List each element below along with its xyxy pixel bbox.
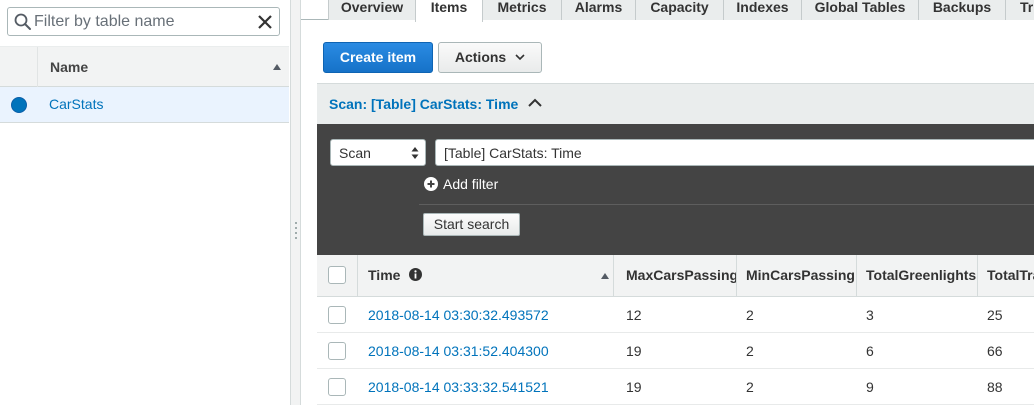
plus-circle-icon — [424, 177, 438, 191]
sort-ascending-icon[interactable] — [273, 64, 281, 70]
dynamodb-console: Name CarStats Overview Items Metrics Ala… — [0, 0, 1034, 405]
tab-overview[interactable]: Overview — [328, 0, 416, 20]
totaltra-cell: 88 — [987, 379, 1003, 395]
scan-panel: Scan [Table] CarStats: Time Add filter S… — [317, 124, 1034, 255]
add-filter-button[interactable]: Add filter — [424, 176, 498, 194]
scan-panel-header[interactable]: Scan: [Table] CarStats: Time — [317, 83, 1034, 124]
tables-list-header: Name — [0, 46, 289, 87]
row-checkbox[interactable] — [328, 342, 346, 360]
tab-bar: Overview Items Metrics Alarms Capacity I… — [301, 0, 1034, 22]
time-link[interactable]: 2018-08-14 03:33:32.541521 — [368, 379, 549, 395]
mincarspassing-cell: 2 — [746, 307, 754, 323]
scan-target-select[interactable]: [Table] CarStats: Time — [435, 139, 1034, 166]
sort-ascending-icon — [601, 273, 609, 279]
tab-indexes[interactable]: Indexes — [723, 0, 802, 20]
column-header-totalgreenlights[interactable]: TotalGreenlights — [857, 255, 978, 296]
mincarspassing-cell: 2 — [746, 343, 754, 359]
scan-title[interactable]: Scan: [Table] CarStats: Time — [329, 96, 518, 112]
totalgreenlights-cell: 9 — [866, 379, 874, 395]
info-icon[interactable] — [409, 268, 423, 281]
totalgreenlights-cell: 6 — [866, 343, 874, 359]
table-row[interactable]: 2018-08-14 03:31:52.404300 19 2 6 66 — [317, 333, 1034, 369]
create-item-button[interactable]: Create item — [323, 42, 433, 73]
totalgreenlights-cell: 3 — [866, 307, 874, 323]
maxcarspassing-cell: 19 — [626, 343, 642, 359]
actions-button[interactable]: Actions — [438, 42, 542, 73]
search-icon — [14, 13, 31, 30]
maxcarspassing-cell: 12 — [626, 307, 642, 323]
column-header-totaltra[interactable]: TotalTra — [978, 255, 1034, 296]
panel-resize-handle[interactable] — [290, 0, 301, 405]
time-link[interactable]: 2018-08-14 03:30:32.493572 — [368, 307, 549, 323]
scan-mode-value: Scan — [339, 145, 371, 161]
tab-items[interactable]: Items — [415, 0, 483, 22]
select-arrows-icon — [411, 147, 419, 159]
row-checkbox[interactable] — [328, 378, 346, 396]
actions-label: Actions — [454, 49, 507, 65]
select-all-cell — [317, 255, 358, 296]
table-row[interactable]: 2018-08-14 03:30:32.493572 12 2 3 25 — [317, 297, 1034, 333]
name-column-header[interactable]: Name — [50, 59, 88, 75]
maxcarspassing-cell: 19 — [626, 379, 642, 395]
select-column-header — [0, 47, 38, 87]
tab-metrics[interactable]: Metrics — [482, 0, 562, 20]
close-icon[interactable] — [256, 13, 274, 31]
column-header-maxcarspassing[interactable]: MaxCarsPassing — [614, 255, 737, 296]
filter-box[interactable] — [7, 7, 280, 36]
column-header-time[interactable]: Time — [358, 255, 614, 296]
items-table: Time MaxCarsPassing MinCarsPassing Total… — [317, 255, 1034, 405]
tab-alarms[interactable]: Alarms — [561, 0, 636, 20]
table-row[interactable]: 2018-08-14 03:33:32.541521 19 2 9 88 — [317, 369, 1034, 405]
start-search-button[interactable]: Start search — [423, 213, 520, 236]
mincarspassing-cell: 2 — [746, 379, 754, 395]
chevron-down-icon — [515, 54, 525, 61]
grip-icon — [295, 222, 297, 239]
tab-triggers[interactable]: Tr — [1005, 0, 1034, 20]
table-details: Overview Items Metrics Alarms Capacity I… — [301, 0, 1034, 405]
chevron-up-icon[interactable] — [528, 98, 542, 108]
column-header-mincarspassing[interactable]: MinCarsPassing — [737, 255, 857, 296]
row-checkbox[interactable] — [328, 306, 346, 324]
filter-input[interactable] — [34, 10, 254, 33]
column-label: Time — [368, 267, 401, 283]
scan-mode-select[interactable]: Scan — [330, 139, 426, 166]
select-all-checkbox[interactable] — [328, 266, 346, 284]
tab-capacity[interactable]: Capacity — [635, 0, 724, 20]
totaltra-cell: 66 — [987, 343, 1003, 359]
table-name-link[interactable]: CarStats — [49, 96, 103, 112]
tab-global-tables[interactable]: Global Tables — [801, 0, 919, 20]
tables-panel: Name CarStats — [0, 0, 290, 405]
tab-backups[interactable]: Backups — [918, 0, 1006, 20]
table-radio[interactable] — [11, 97, 27, 113]
totaltra-cell: 25 — [987, 307, 1003, 323]
divider — [419, 204, 1034, 205]
time-link[interactable]: 2018-08-14 03:31:52.404300 — [368, 343, 549, 359]
table-header: Time MaxCarsPassing MinCarsPassing Total… — [317, 255, 1034, 297]
add-filter-label: Add filter — [443, 176, 499, 192]
table-row[interactable]: CarStats — [0, 87, 289, 123]
